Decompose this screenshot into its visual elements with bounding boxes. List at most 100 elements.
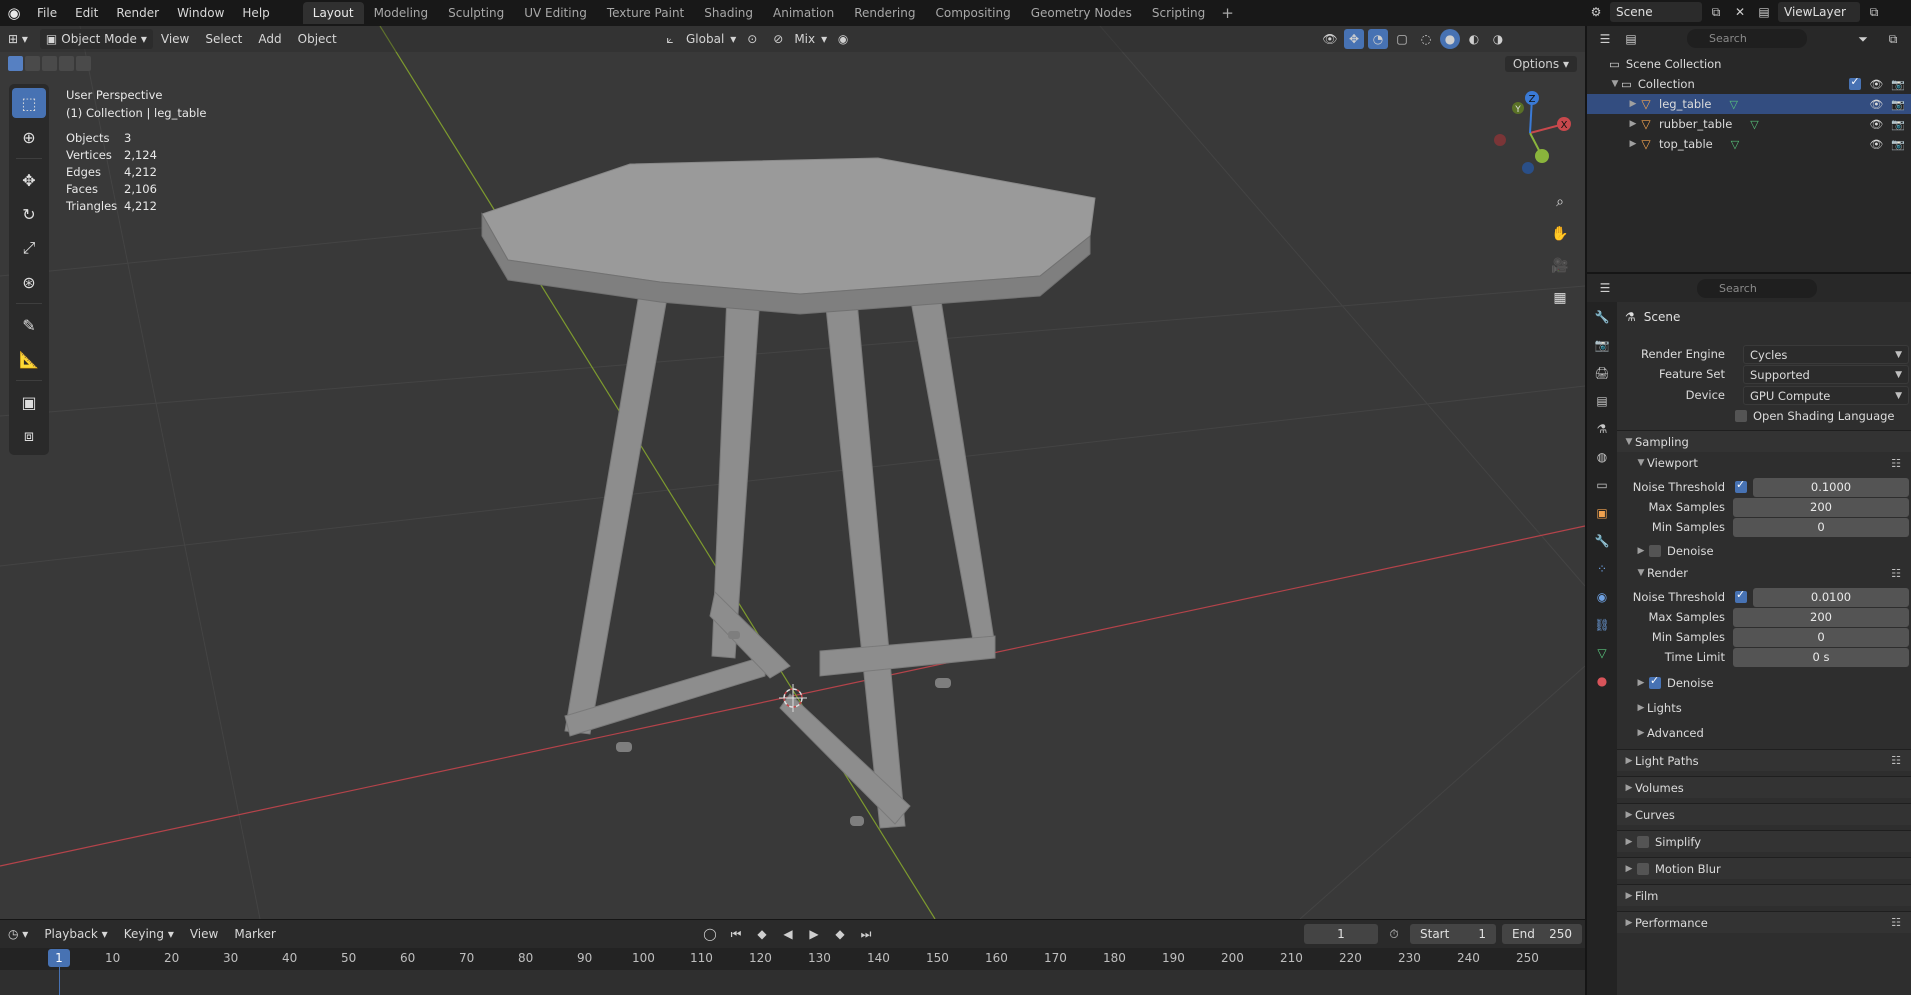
select-new-button[interactable]: [8, 56, 23, 71]
film-panel-header[interactable]: ▶ Film: [1617, 884, 1911, 906]
proportional-falloff-select[interactable]: Mix: [794, 32, 815, 46]
chevron-right-icon[interactable]: ▶: [1627, 119, 1639, 129]
preview-range-icon[interactable]: ⏱: [1384, 924, 1404, 944]
start-frame-field[interactable]: Start 1: [1410, 924, 1496, 944]
keyframe-track[interactable]: [0, 970, 1585, 995]
modifier-tab-icon[interactable]: 🔧: [1591, 532, 1613, 550]
render-subpanel-header[interactable]: ▼ Render ☷: [1617, 562, 1911, 584]
xray-icon[interactable]: ▢: [1392, 29, 1412, 49]
outliner-object-row[interactable]: ▶ ▽ leg_table ▽ 👁 📷: [1587, 94, 1911, 114]
vp-denoise-subpanel-header[interactable]: ▶ Denoise: [1617, 540, 1911, 562]
filter-icon[interactable]: ⏷: [1853, 29, 1873, 49]
simplify-panel-header[interactable]: ▶ Simplify: [1617, 830, 1911, 852]
simplify-checkbox[interactable]: [1637, 835, 1649, 848]
sampling-panel-header[interactable]: ▼ Sampling: [1617, 430, 1911, 452]
tab-rendering[interactable]: Rendering: [844, 2, 925, 24]
delete-scene-icon[interactable]: ✕: [1730, 2, 1750, 22]
light-paths-panel-header[interactable]: ▶ Light Paths ☷: [1617, 749, 1911, 771]
menu-file[interactable]: File: [28, 0, 66, 26]
eye-icon[interactable]: 👁: [1869, 78, 1883, 91]
transform-tool-icon[interactable]: ⊛: [12, 267, 46, 297]
editor-type-icon[interactable]: ⊞ ▾: [0, 32, 36, 46]
wireframe-shading-icon[interactable]: ◌: [1416, 29, 1436, 49]
menu-playback[interactable]: Playback ▾: [36, 927, 115, 941]
eye-icon[interactable]: 👁: [1869, 138, 1883, 151]
volumes-panel-header[interactable]: ▶ Volumes: [1617, 776, 1911, 798]
camera-icon[interactable]: 📷: [1891, 78, 1905, 91]
rendered-shading-icon[interactable]: ◑: [1488, 29, 1508, 49]
play-icon[interactable]: ▶: [804, 924, 824, 944]
r-max-samples-field[interactable]: 200: [1733, 607, 1909, 627]
timeline-editor-type-icon[interactable]: ◷ ▾: [0, 927, 36, 941]
camera-icon[interactable]: 📷: [1891, 138, 1905, 151]
exclude-checkbox[interactable]: [1849, 75, 1862, 90]
neg-x-axis-icon[interactable]: [1494, 134, 1506, 146]
particles-tab-icon[interactable]: ⁘: [1591, 560, 1613, 578]
device-select[interactable]: GPU Compute ▼: [1743, 385, 1909, 405]
presets-list-icon[interactable]: ☷: [1891, 457, 1901, 470]
gizmo-toggle-icon[interactable]: ✥: [1344, 29, 1364, 49]
visibility-icon[interactable]: 👁: [1320, 29, 1340, 49]
render-engine-select[interactable]: Cycles ▼: [1743, 344, 1909, 364]
jump-end-icon[interactable]: ⏭: [856, 924, 876, 944]
new-collection-icon[interactable]: ⧉: [1883, 29, 1903, 49]
camera-icon[interactable]: 📷: [1891, 98, 1905, 111]
transform-orientation-select[interactable]: Global: [686, 32, 724, 46]
properties-search-input[interactable]: Search: [1697, 279, 1817, 298]
display-mode-icon[interactable]: ▤: [1621, 29, 1641, 49]
select-intersect-button[interactable]: [76, 56, 91, 71]
select-subtract-button[interactable]: [42, 56, 57, 71]
collection-tab-icon[interactable]: ▭: [1591, 476, 1613, 494]
chevron-right-icon[interactable]: ▶: [1627, 139, 1639, 149]
material-tab-icon[interactable]: ●: [1591, 672, 1613, 690]
advanced-subpanel-header[interactable]: ▶ Advanced: [1617, 722, 1911, 744]
r-min-samples-field[interactable]: 0: [1733, 627, 1909, 647]
vp-max-samples-field[interactable]: 200: [1733, 497, 1909, 517]
camera-icon[interactable]: 📷: [1891, 118, 1905, 131]
annotate-tool-icon[interactable]: ✎: [12, 310, 46, 340]
outliner-search-input[interactable]: Search: [1687, 29, 1807, 48]
material-shading-icon[interactable]: ◐: [1464, 29, 1484, 49]
tab-compositing[interactable]: Compositing: [925, 2, 1020, 24]
world-tab-icon[interactable]: ◍: [1591, 448, 1613, 466]
motion-blur-checkbox[interactable]: [1637, 862, 1649, 875]
chevron-down-icon[interactable]: ▼: [1609, 79, 1621, 89]
r-noise-threshold-checkbox[interactable]: [1735, 588, 1747, 603]
move-tool-icon[interactable]: ✥: [12, 165, 46, 195]
mesh-data-icon[interactable]: ▽: [1731, 138, 1739, 151]
menu-object[interactable]: Object: [290, 32, 345, 46]
perspective-toggle-icon[interactable]: ▦: [1547, 285, 1573, 311]
tab-shading[interactable]: Shading: [694, 2, 763, 24]
camera-view-icon[interactable]: 🎥: [1547, 253, 1573, 279]
collection-row[interactable]: ▼ ▭ Collection 👁📷: [1587, 74, 1911, 94]
outliner-object-row[interactable]: ▶ ▽ rubber_table ▽ 👁 📷: [1587, 114, 1911, 134]
view-layer-field[interactable]: ViewLayer: [1778, 2, 1860, 22]
rotate-tool-icon[interactable]: ↻: [12, 199, 46, 229]
menu-keying[interactable]: Keying ▾: [116, 927, 182, 941]
frame-ruler[interactable]: 1 10 20 30 40 50 60 70 80 90 100 110 120…: [0, 948, 1585, 970]
data-tab-icon[interactable]: ▽: [1591, 644, 1613, 662]
blender-logo-icon[interactable]: ◉: [0, 0, 28, 26]
r-noise-threshold-field[interactable]: 0.0100: [1753, 587, 1909, 607]
physics-tab-icon[interactable]: ◉: [1591, 588, 1613, 606]
scene-field[interactable]: Scene: [1610, 2, 1702, 22]
tab-animation[interactable]: Animation: [763, 2, 844, 24]
y-axis-icon[interactable]: [1535, 149, 1549, 163]
presets-list-icon[interactable]: ☷: [1891, 916, 1901, 929]
performance-panel-header[interactable]: ▶ Performance ☷: [1617, 911, 1911, 933]
object-tab-icon[interactable]: ▣: [1591, 504, 1613, 522]
solid-shading-icon[interactable]: ●: [1440, 29, 1460, 49]
next-keyframe-icon[interactable]: ◆: [830, 924, 850, 944]
menu-select[interactable]: Select: [197, 32, 250, 46]
menu-add[interactable]: Add: [250, 32, 289, 46]
properties-editor-type-icon[interactable]: ☰: [1595, 278, 1615, 298]
lights-subpanel-header[interactable]: ▶ Lights: [1617, 697, 1911, 719]
tab-geometry-nodes[interactable]: Geometry Nodes: [1021, 2, 1142, 24]
add-workspace-button[interactable]: +: [1215, 2, 1240, 24]
feature-set-select[interactable]: Supported ▼: [1743, 364, 1909, 384]
prev-keyframe-icon[interactable]: ◆: [752, 924, 772, 944]
eye-icon[interactable]: 👁: [1869, 98, 1883, 111]
motion-blur-panel-header[interactable]: ▶ Motion Blur: [1617, 857, 1911, 879]
scene-collection-row[interactable]: ▭ Scene Collection: [1587, 54, 1911, 74]
scale-tool-icon[interactable]: ⤢: [12, 233, 46, 263]
